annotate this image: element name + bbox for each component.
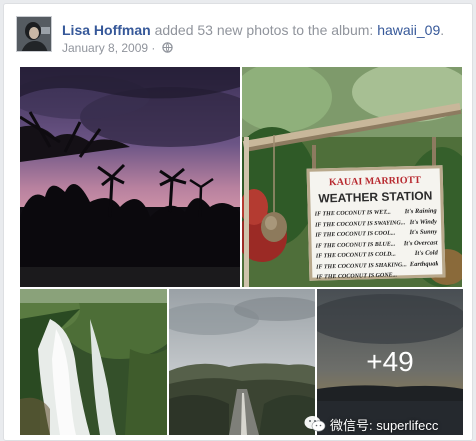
sign-result: It's Windy (409, 217, 438, 226)
avatar[interactable] (16, 16, 52, 52)
photo-waterfall[interactable] (20, 289, 167, 435)
action-text: added 53 new photos to the album: (150, 22, 378, 38)
story-title: Lisa Hoffman added 53 new photos to the … (62, 22, 444, 38)
more-photos-count: +49 (366, 346, 414, 377)
globe-icon[interactable] (162, 42, 173, 56)
photo-weather-station[interactable]: KAUAI MARRIOTT WEATHER STATION IF THE CO… (242, 67, 462, 287)
sign-rows: IF THE COCONUT IS WET... It's Raining IF … (315, 206, 439, 283)
feed-story: Lisa Hoffman added 53 new photos to the … (3, 3, 473, 441)
wechat-watermark: 微信号: superlifecc (304, 412, 472, 436)
wechat-icon (304, 416, 326, 432)
author-name-link[interactable]: Lisa Hoffman (62, 22, 151, 38)
album-link[interactable]: hawaii_09 (377, 22, 440, 38)
weather-station-sign: KAUAI MARRIOTT WEATHER STATION IF THE CO… (306, 165, 446, 283)
sign-title: WEATHER STATION (318, 188, 433, 206)
album-suffix: . (440, 22, 445, 38)
sign-brand: KAUAI MARRIOTT (328, 174, 422, 189)
sign-result: It's Cold (414, 249, 438, 257)
profile-photo (17, 17, 51, 51)
sign-condition: IF THE COCONUT IS GONE... (316, 272, 398, 281)
story-header: Lisa Hoffman added 53 new photos to the … (16, 16, 456, 60)
watermark-text: 微信号: superlifecc (330, 417, 439, 433)
photo-lookout[interactable] (169, 289, 315, 435)
sign-result: It's Sunny (409, 228, 438, 237)
photo-sunset[interactable] (20, 67, 240, 287)
story-meta: January 8, 2009 · (62, 41, 173, 56)
post-date-link[interactable]: January 8, 2009 (62, 41, 148, 55)
sign-result: Earthquake (409, 259, 439, 268)
meta-separator: · (148, 41, 159, 55)
